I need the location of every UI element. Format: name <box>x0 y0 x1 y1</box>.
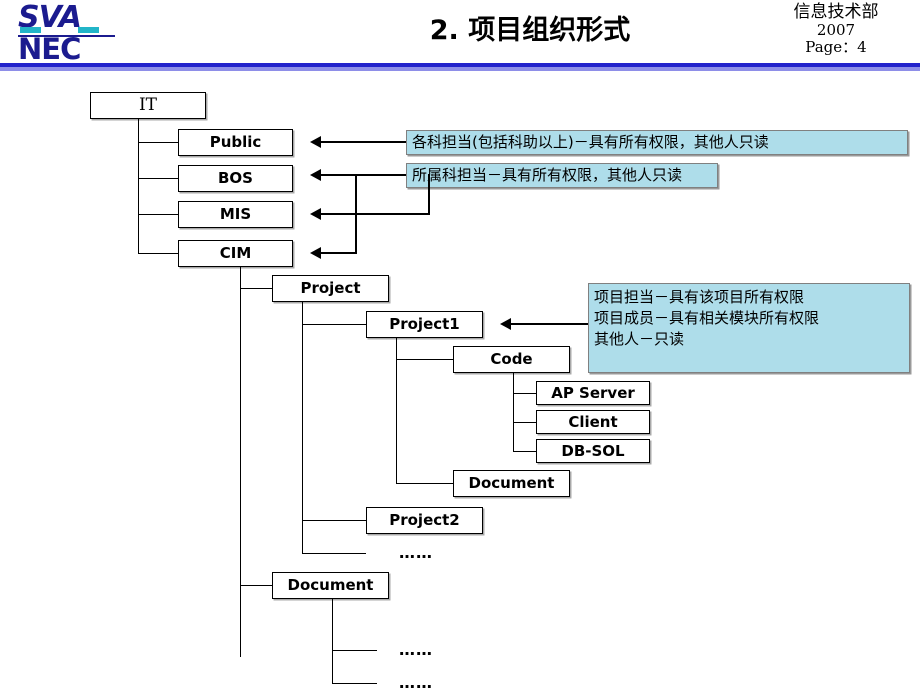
connector-project1-document <box>396 483 454 484</box>
connector-project-project2 <box>302 520 366 521</box>
connector-cim-document <box>240 585 273 586</box>
callout-public: 各科担当(包括科助以上)－具有所有权限，其他人只读 <box>406 130 908 155</box>
arrow-public-line <box>320 141 406 143</box>
logo-accent-block-right <box>78 27 99 33</box>
callout-project1-line-2: 项目成员－具有相关模块所有权限 <box>594 309 820 327</box>
connector-code-apserver <box>513 393 537 394</box>
sva-wordmark: SVA <box>18 3 118 34</box>
tree-node-project[interactable]: Project <box>272 275 389 302</box>
tree-node-public[interactable]: Public <box>178 129 293 156</box>
connector-document-ellipsis-2 <box>332 683 377 684</box>
org-tree-diagram: IT Public BOS MIS CIM 各科担当(包括科助以上)－具有所有权… <box>0 72 920 692</box>
tree-node-project1-document[interactable]: Document <box>453 470 570 497</box>
arrow-bos-stem <box>355 174 406 176</box>
tree-node-document-ellipsis-1: …… <box>399 640 433 659</box>
header-divider-secondary <box>0 67 920 71</box>
connector-project-ellipsis <box>302 553 366 554</box>
connector-document-spine <box>332 599 333 684</box>
arrow-project1-head <box>500 318 511 330</box>
connector-it-bos <box>138 178 178 179</box>
nec-logo-text: NEC <box>18 32 81 66</box>
tree-node-bos[interactable]: BOS <box>178 165 293 192</box>
connector-it-mis <box>138 214 178 215</box>
header-meta: 信息技术部 2007 Page：4 <box>766 2 906 56</box>
year-label: 2007 <box>816 21 856 39</box>
tree-node-project2[interactable]: Project2 <box>366 507 483 534</box>
sva-nec-logo: SVA NEC <box>18 3 118 66</box>
callout-project1: 项目担当－具有该项目所有权限 项目成员－具有相关模块所有权限 其他人－只读 <box>588 283 910 373</box>
arrow-mis-branch <box>320 213 430 215</box>
arrow-bos-branch <box>320 174 357 176</box>
department-label: 信息技术部 <box>793 2 879 22</box>
arrow-cim-head <box>310 247 321 259</box>
tree-node-document[interactable]: Document <box>272 572 389 599</box>
tree-node-ap-server[interactable]: AP Server <box>536 381 650 405</box>
tree-node-project-ellipsis: …… <box>399 543 433 562</box>
arrow-project1-line <box>510 323 588 325</box>
connector-document-ellipsis-1 <box>332 650 377 651</box>
connector-code-client <box>513 422 537 423</box>
arrow-mis-head <box>310 208 321 220</box>
connector-cim-spine <box>240 267 241 657</box>
page-title: 2. 项目组织形式 <box>429 15 631 46</box>
connector-code-dbsol <box>513 451 537 452</box>
callout-public-line-1: 各科担当(包括科助以上)－具有所有权限，其他人只读 <box>412 133 769 151</box>
arrow-public-head <box>310 136 321 148</box>
callout-bos-mis-cim: 所属科担当－具有所有权限，其他人只读 <box>406 163 718 188</box>
connector-it-public <box>138 142 178 143</box>
arrow-bos-head <box>310 169 321 181</box>
callout-bos-line-1: 所属科担当－具有所有权限，其他人只读 <box>412 166 683 184</box>
tree-node-dbsol[interactable]: DB-SOL <box>536 439 650 463</box>
connector-code-spine <box>513 373 514 451</box>
callout-project1-line-3: 其他人－只读 <box>594 330 685 348</box>
tree-node-document-ellipsis-2: …… <box>399 673 433 692</box>
callout-project1-line-1: 项目担当－具有该项目所有权限 <box>594 288 805 306</box>
tree-node-it[interactable]: IT <box>90 92 206 119</box>
connector-project1-code <box>396 359 454 360</box>
connector-it-cim <box>138 253 178 254</box>
connector-cim-project <box>240 288 273 289</box>
tree-node-cim[interactable]: CIM <box>178 240 293 267</box>
tree-node-project1[interactable]: Project1 <box>366 311 483 338</box>
tree-node-code[interactable]: Code <box>453 346 570 373</box>
slide-header: SVA NEC 2. 项目组织形式 信息技术部 2007 Page：4 <box>0 0 920 72</box>
page-number: Page：4 <box>805 38 867 56</box>
tree-node-client[interactable]: Client <box>536 410 650 434</box>
arrow-cim-branch <box>320 252 357 254</box>
connector-project-project1 <box>302 324 366 325</box>
connector-project-spine <box>302 302 303 554</box>
tree-node-mis[interactable]: MIS <box>178 201 293 228</box>
arrow-mis-trunk <box>428 174 430 214</box>
connector-it-spine <box>138 119 139 254</box>
